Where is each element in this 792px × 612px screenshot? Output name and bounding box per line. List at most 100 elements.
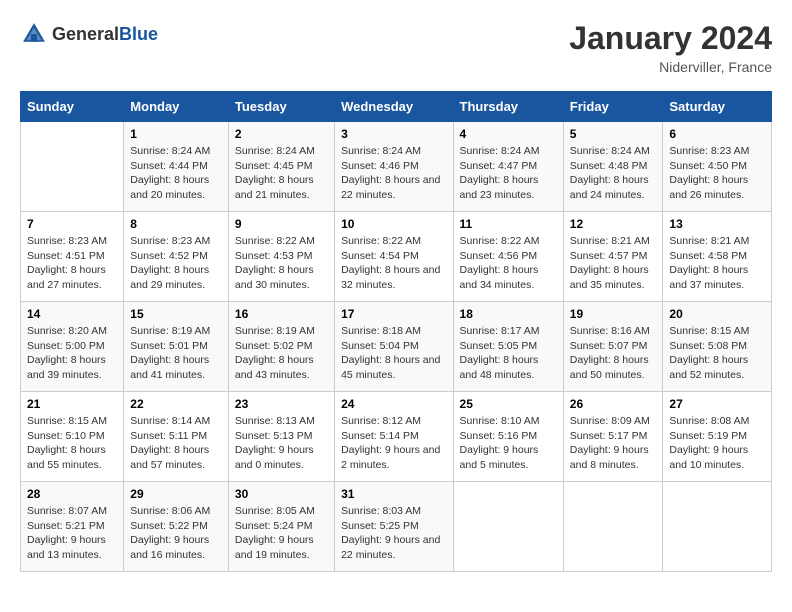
day-info: Sunrise: 8:17 AMSunset: 5:05 PMDaylight:… <box>460 324 557 383</box>
col-sunday: Sunday <box>21 92 124 122</box>
day-number: 20 <box>669 307 765 321</box>
header-row: Sunday Monday Tuesday Wednesday Thursday… <box>21 92 772 122</box>
location-subtitle: Niderviller, France <box>569 59 772 75</box>
calendar-body: 1 Sunrise: 8:24 AMSunset: 4:44 PMDaylight… <box>21 122 772 572</box>
day-number: 6 <box>669 127 765 141</box>
calendar-cell: 16Sunrise: 8:19 AMSunset: 5:02 PMDayligh… <box>228 302 334 392</box>
day-number: 26 <box>570 397 657 411</box>
calendar-cell: 13 Sunrise: 8:21 AMSunset: 4:58 PMDayligh… <box>663 212 772 302</box>
day-number: 7 <box>27 217 117 231</box>
calendar-cell: 11 Sunrise: 8:22 AMSunset: 4:56 PMDayligh… <box>453 212 563 302</box>
page-header: GeneralBlue January 2024 Niderviller, Fr… <box>20 20 772 75</box>
calendar-cell: 25Sunrise: 8:10 AMSunset: 5:16 PMDayligh… <box>453 392 563 482</box>
calendar-cell: 17 Sunrise: 8:18 AMSunset: 5:04 PMDayligh… <box>335 302 453 392</box>
calendar-cell: 8 Sunrise: 8:23 AMSunset: 4:52 PMDaylight… <box>124 212 229 302</box>
day-number: 11 <box>460 217 557 231</box>
week-row-2: 7Sunrise: 8:23 AMSunset: 4:51 PMDaylight… <box>21 212 772 302</box>
day-number: 13 <box>669 217 765 231</box>
day-info: Sunrise: 8:19 AMSunset: 5:02 PMDaylight:… <box>235 324 328 383</box>
day-number: 9 <box>235 217 328 231</box>
calendar-cell: 22Sunrise: 8:14 AMSunset: 5:11 PMDayligh… <box>124 392 229 482</box>
day-number: 14 <box>27 307 117 321</box>
day-info: Sunrise: 8:05 AMSunset: 5:24 PMDaylight:… <box>235 504 328 563</box>
calendar-cell <box>663 482 772 572</box>
day-number: 2 <box>235 127 328 141</box>
day-info: Sunrise: 8:14 AMSunset: 5:11 PMDaylight:… <box>130 414 222 473</box>
day-number: 18 <box>460 307 557 321</box>
day-info: Sunrise: 8:24 AMSunset: 4:46 PMDaylight:… <box>341 144 446 203</box>
logo-blue: Blue <box>119 24 158 44</box>
day-number: 15 <box>130 307 222 321</box>
day-number: 5 <box>570 127 657 141</box>
day-info: Sunrise: 8:24 AMSunset: 4:44 PMDaylight:… <box>130 144 222 203</box>
day-info: Sunrise: 8:21 AMSunset: 4:58 PMDaylight:… <box>669 234 765 293</box>
day-info: Sunrise: 8:15 AMSunset: 5:10 PMDaylight:… <box>27 414 117 473</box>
calendar-cell: 19 Sunrise: 8:16 AMSunset: 5:07 PMDayligh… <box>563 302 663 392</box>
calendar-cell: 2 Sunrise: 8:24 AMSunset: 4:45 PMDaylight… <box>228 122 334 212</box>
day-number: 27 <box>669 397 765 411</box>
calendar-cell: 31 Sunrise: 8:03 AMSunset: 5:25 PMDayligh… <box>335 482 453 572</box>
day-info: Sunrise: 8:13 AMSunset: 5:13 PMDaylight:… <box>235 414 328 473</box>
day-number: 4 <box>460 127 557 141</box>
month-year-title: January 2024 <box>569 20 772 57</box>
day-info: Sunrise: 8:07 AMSunset: 5:21 PMDaylight:… <box>27 504 117 563</box>
day-info: Sunrise: 8:22 AMSunset: 4:56 PMDaylight:… <box>460 234 557 293</box>
col-friday: Friday <box>563 92 663 122</box>
col-monday: Monday <box>124 92 229 122</box>
day-info: Sunrise: 8:22 AMSunset: 4:54 PMDaylight:… <box>341 234 446 293</box>
calendar-cell: 15 Sunrise: 8:19 AMSunset: 5:01 PMDayligh… <box>124 302 229 392</box>
day-number: 3 <box>341 127 446 141</box>
day-info: Sunrise: 8:20 AMSunset: 5:00 PMDaylight:… <box>27 324 117 383</box>
week-row-3: 14 Sunrise: 8:20 AMSunset: 5:00 PMDayligh… <box>21 302 772 392</box>
logo-text: GeneralBlue <box>52 24 158 45</box>
day-info: Sunrise: 8:19 AMSunset: 5:01 PMDaylight:… <box>130 324 222 383</box>
day-info: Sunrise: 8:22 AMSunset: 4:53 PMDaylight:… <box>235 234 328 293</box>
logo: GeneralBlue <box>20 20 158 48</box>
calendar-cell: 29Sunrise: 8:06 AMSunset: 5:22 PMDayligh… <box>124 482 229 572</box>
col-saturday: Saturday <box>663 92 772 122</box>
calendar-cell <box>453 482 563 572</box>
calendar-cell: 20 Sunrise: 8:15 AMSunset: 5:08 PMDayligh… <box>663 302 772 392</box>
week-row-1: 1 Sunrise: 8:24 AMSunset: 4:44 PMDaylight… <box>21 122 772 212</box>
calendar-header: Sunday Monday Tuesday Wednesday Thursday… <box>21 92 772 122</box>
day-info: Sunrise: 8:24 AMSunset: 4:45 PMDaylight:… <box>235 144 328 203</box>
calendar-cell: 6Sunrise: 8:23 AMSunset: 4:50 PMDaylight… <box>663 122 772 212</box>
calendar-cell <box>563 482 663 572</box>
day-info: Sunrise: 8:08 AMSunset: 5:19 PMDaylight:… <box>669 414 765 473</box>
calendar-cell: 9 Sunrise: 8:22 AMSunset: 4:53 PMDaylight… <box>228 212 334 302</box>
day-info: Sunrise: 8:03 AMSunset: 5:25 PMDaylight:… <box>341 504 446 563</box>
day-number: 25 <box>460 397 557 411</box>
day-number: 1 <box>130 127 222 141</box>
calendar-cell: 26 Sunrise: 8:09 AMSunset: 5:17 PMDayligh… <box>563 392 663 482</box>
day-info: Sunrise: 8:18 AMSunset: 5:04 PMDaylight:… <box>341 324 446 383</box>
day-number: 30 <box>235 487 328 501</box>
calendar-cell <box>21 122 124 212</box>
day-number: 8 <box>130 217 222 231</box>
title-block: January 2024 Niderviller, France <box>569 20 772 75</box>
calendar-cell: 5Sunrise: 8:24 AMSunset: 4:48 PMDaylight… <box>563 122 663 212</box>
calendar-cell: 21 Sunrise: 8:15 AMSunset: 5:10 PMDayligh… <box>21 392 124 482</box>
calendar-cell: 12Sunrise: 8:21 AMSunset: 4:57 PMDayligh… <box>563 212 663 302</box>
day-info: Sunrise: 8:21 AMSunset: 4:57 PMDaylight:… <box>570 234 657 293</box>
calendar-cell: 1 Sunrise: 8:24 AMSunset: 4:44 PMDaylight… <box>124 122 229 212</box>
calendar-cell: 14 Sunrise: 8:20 AMSunset: 5:00 PMDayligh… <box>21 302 124 392</box>
day-info: Sunrise: 8:09 AMSunset: 5:17 PMDaylight:… <box>570 414 657 473</box>
day-number: 21 <box>27 397 117 411</box>
day-info: Sunrise: 8:16 AMSunset: 5:07 PMDaylight:… <box>570 324 657 383</box>
calendar-cell: 27 Sunrise: 8:08 AMSunset: 5:19 PMDayligh… <box>663 392 772 482</box>
day-number: 28 <box>27 487 117 501</box>
week-row-5: 28 Sunrise: 8:07 AMSunset: 5:21 PMDayligh… <box>21 482 772 572</box>
calendar-cell: 3 Sunrise: 8:24 AMSunset: 4:46 PMDaylight… <box>335 122 453 212</box>
day-number: 17 <box>341 307 446 321</box>
logo-general: General <box>52 24 119 44</box>
day-info: Sunrise: 8:23 AMSunset: 4:52 PMDaylight:… <box>130 234 222 293</box>
day-number: 29 <box>130 487 222 501</box>
calendar-cell: 18 Sunrise: 8:17 AMSunset: 5:05 PMDayligh… <box>453 302 563 392</box>
day-info: Sunrise: 8:15 AMSunset: 5:08 PMDaylight:… <box>669 324 765 383</box>
day-info: Sunrise: 8:24 AMSunset: 4:47 PMDaylight:… <box>460 144 557 203</box>
day-number: 19 <box>570 307 657 321</box>
day-number: 24 <box>341 397 446 411</box>
calendar-table: Sunday Monday Tuesday Wednesday Thursday… <box>20 91 772 572</box>
calendar-cell: 28 Sunrise: 8:07 AMSunset: 5:21 PMDayligh… <box>21 482 124 572</box>
day-number: 31 <box>341 487 446 501</box>
